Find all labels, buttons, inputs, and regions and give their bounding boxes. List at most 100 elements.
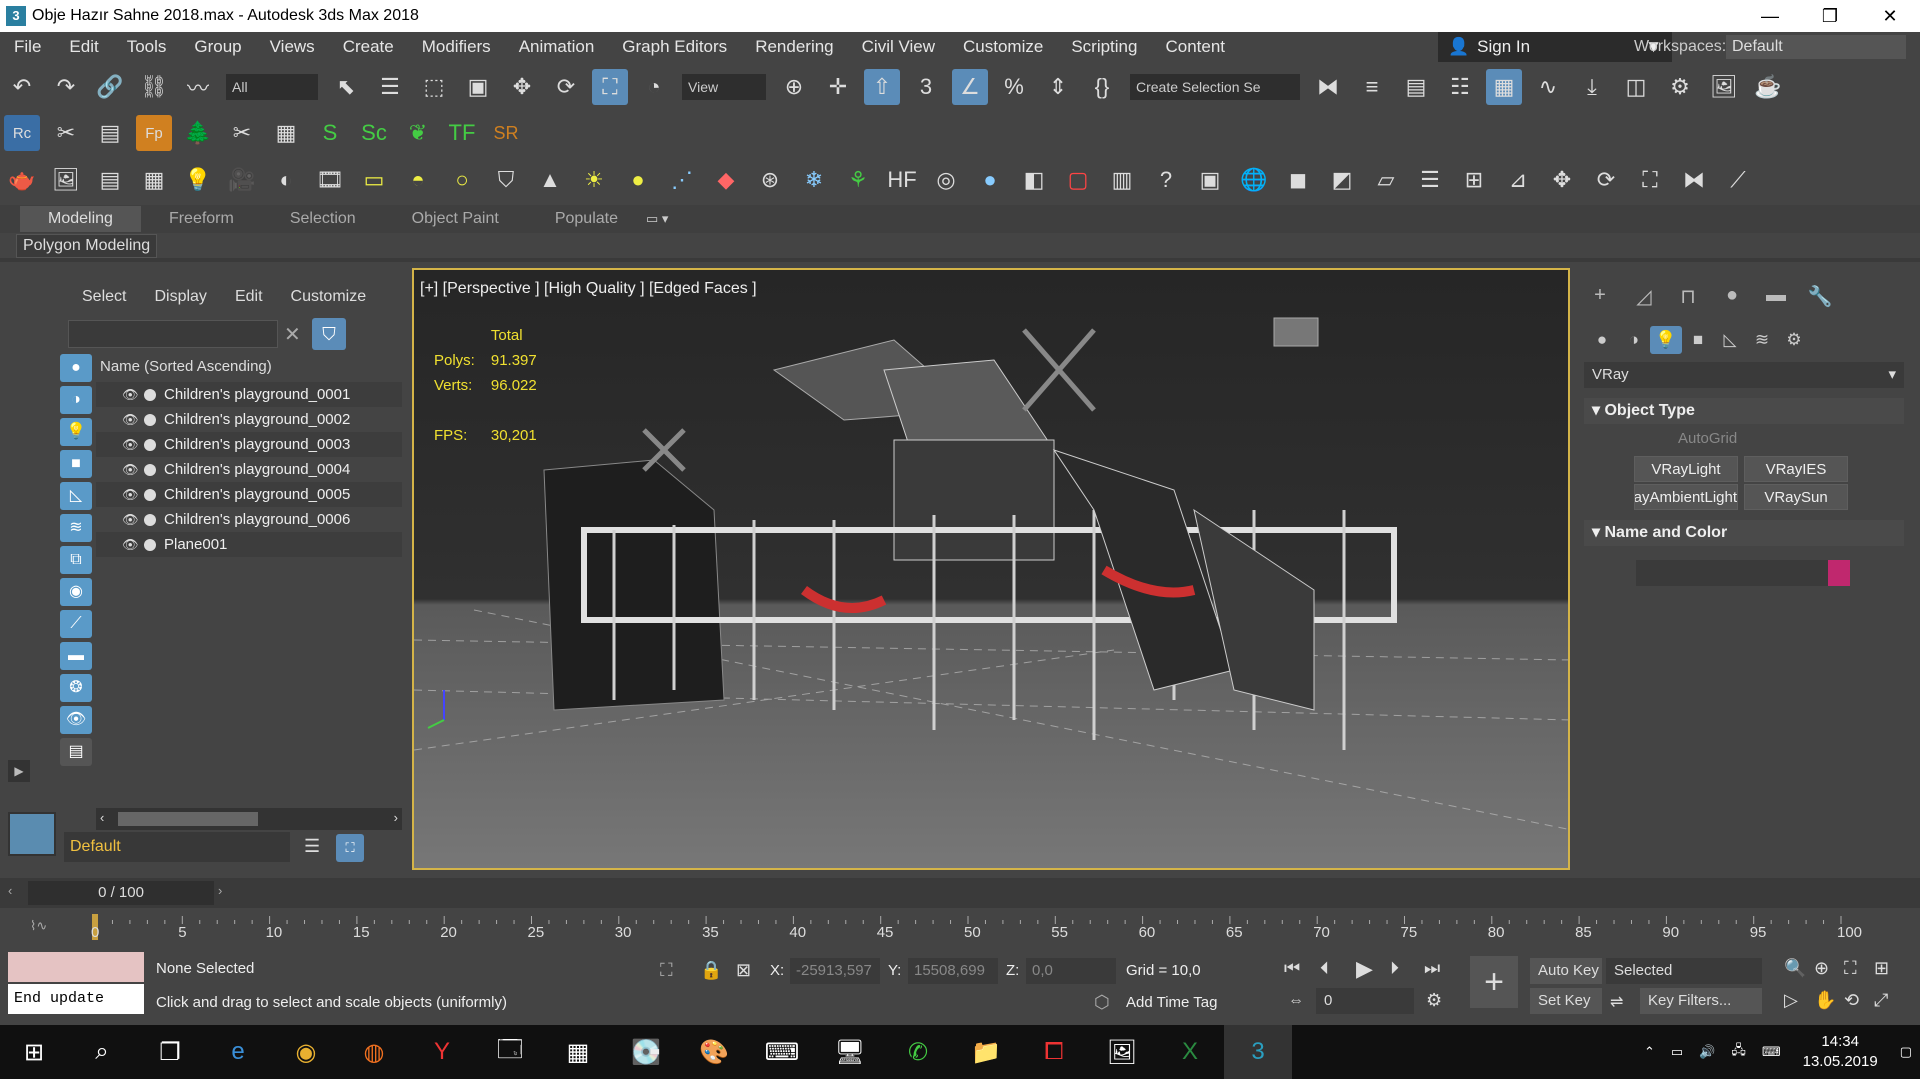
- leaf-icon[interactable]: ❦: [400, 115, 436, 151]
- minimize-button[interactable]: —: [1740, 0, 1800, 32]
- teapot-icon[interactable]: 🫖: [4, 162, 40, 198]
- s-plugin-icon[interactable]: S: [312, 115, 348, 151]
- display-xrefs-icon[interactable]: ◉: [60, 578, 92, 606]
- render-region-icon[interactable]: ▢: [1060, 162, 1096, 198]
- battery-icon[interactable]: ▭: [1671, 1044, 1683, 1060]
- yandex-icon[interactable]: Y: [408, 1025, 476, 1079]
- shapes-category-icon[interactable]: ◑: [1618, 326, 1650, 354]
- table-icon[interactable]: ▦: [268, 115, 304, 151]
- display-bones-icon[interactable]: ⟋: [60, 610, 92, 638]
- link-icon[interactable]: 🔗: [92, 69, 128, 105]
- fur-icon[interactable]: ⋰: [664, 162, 700, 198]
- mirror-icon[interactable]: ⧓: [1310, 69, 1346, 105]
- railclone-icon[interactable]: Rc: [4, 115, 40, 151]
- mesh-light-icon[interactable]: ⛉: [488, 162, 524, 198]
- next-key-icon[interactable]: ⏵: [1390, 958, 1399, 979]
- menu-civil-view[interactable]: Civil View: [848, 37, 949, 57]
- zoom-extents-icon[interactable]: ⛶: [1844, 958, 1857, 979]
- object-color-swatch[interactable]: [1828, 560, 1850, 586]
- close-button[interactable]: ✕: [1860, 0, 1920, 32]
- menu-graph-editors[interactable]: Graph Editors: [608, 37, 741, 57]
- list-item[interactable]: 👁 Children's playground_0004: [96, 457, 402, 482]
- eye-icon[interactable]: 👁: [122, 487, 140, 503]
- auto-key-button[interactable]: Auto Key: [1530, 958, 1602, 984]
- lights-category-icon[interactable]: 💡: [1650, 326, 1682, 354]
- forest-pack-icon[interactable]: Fp: [136, 115, 172, 151]
- list-icon[interactable]: ▤: [92, 115, 128, 151]
- clock[interactable]: 14:34 13.05.2019: [1803, 1032, 1878, 1072]
- firefox-icon[interactable]: ◍: [340, 1025, 408, 1079]
- menu-views[interactable]: Views: [256, 37, 329, 57]
- scene-explorer-icon[interactable]: ▤: [1398, 69, 1434, 105]
- keyboard-layout-icon[interactable]: ⌨: [1762, 1044, 1781, 1060]
- track-bar[interactable]: ⌇∿ 0 5 10 15 20 25 30 35 40 45 50 55 60 65 70 75 80 85 90 9…: [0, 910, 1920, 950]
- scale-tool-icon[interactable]: ⛶: [1632, 162, 1668, 198]
- globe-icon[interactable]: 🌐: [1236, 162, 1272, 198]
- mirror-tool-icon[interactable]: ⧓: [1676, 162, 1712, 198]
- vraylight-button[interactable]: VRayLight: [1634, 456, 1738, 482]
- spacewarps-category-icon[interactable]: ≋: [1746, 326, 1778, 354]
- maximize-viewport-icon[interactable]: ⤢: [1874, 990, 1888, 1011]
- prev-frame-icon[interactable]: ‹: [8, 883, 12, 898]
- explorer-menu-display[interactable]: Display: [154, 288, 206, 306]
- list-item[interactable]: 👁 Plane001: [96, 532, 402, 557]
- key-mode-icon[interactable]: ⇔: [1288, 992, 1304, 1010]
- explorer-menu-customize[interactable]: Customize: [291, 288, 367, 306]
- table-icon[interactable]: ▦: [136, 162, 172, 198]
- hair-icon[interactable]: HF: [884, 162, 920, 198]
- tab-selection[interactable]: Selection: [262, 210, 384, 228]
- whatsapp-icon[interactable]: ✆: [884, 1025, 952, 1079]
- tools-icon[interactable]: ✂: [48, 115, 84, 151]
- box-icon[interactable]: ◼: [1280, 162, 1316, 198]
- menu-modifiers[interactable]: Modifiers: [408, 37, 505, 57]
- eye-icon[interactable]: 👁: [122, 537, 140, 553]
- explorer-app-icon[interactable]: 🗔: [476, 1025, 544, 1079]
- object-name-input[interactable]: [1636, 560, 1836, 586]
- place-icon[interactable]: ◔: [636, 69, 672, 105]
- time-slider[interactable]: ‹ 0 / 100 ›: [0, 878, 1920, 908]
- clear-search-icon[interactable]: ✕: [284, 322, 301, 347]
- light-bulb-icon[interactable]: 💡: [180, 162, 216, 198]
- schematic-view-icon[interactable]: ⤓: [1574, 69, 1610, 105]
- acrobat-icon[interactable]: ⧠: [1020, 1025, 1088, 1079]
- display-helpers-icon[interactable]: ◺: [60, 482, 92, 510]
- display-spacewarps-icon[interactable]: ≋: [60, 514, 92, 542]
- menu-content[interactable]: Content: [1151, 37, 1239, 57]
- tab-modeling[interactable]: Modeling: [20, 206, 141, 232]
- renderer-select[interactable]: VRay ▾: [1584, 362, 1904, 388]
- display-particles-icon[interactable]: ❂: [60, 674, 92, 702]
- render-setup-icon[interactable]: ⚙: [1662, 69, 1698, 105]
- ribbon-toggle-icon[interactable]: ▦: [1486, 69, 1522, 105]
- slice-icon[interactable]: ⟋: [1720, 162, 1756, 198]
- select-by-name-icon[interactable]: ☰: [372, 69, 408, 105]
- next-frame-icon[interactable]: ›: [218, 883, 222, 898]
- folder-icon[interactable]: 📁: [952, 1025, 1020, 1079]
- key-filters-button[interactable]: Key Filters...: [1640, 988, 1762, 1014]
- ribbon-options-icon[interactable]: ▭ ▾: [646, 211, 668, 227]
- tab-object-paint[interactable]: Object Paint: [384, 210, 527, 228]
- zoom-all-icon[interactable]: ⊕: [1814, 958, 1829, 979]
- display-cameras-icon[interactable]: ■: [60, 450, 92, 478]
- remote-icon[interactable]: 🖥: [816, 1025, 884, 1079]
- key-tangent-icon[interactable]: ⇌: [1610, 992, 1623, 1012]
- unlink-icon[interactable]: ⛓: [136, 69, 172, 105]
- rotate-tool-icon[interactable]: ⟳: [1588, 162, 1624, 198]
- horizontal-scrollbar[interactable]: ‹ ›: [96, 808, 402, 830]
- menu-file[interactable]: File: [0, 37, 55, 57]
- menu-rendering[interactable]: Rendering: [741, 37, 847, 57]
- set-key-button[interactable]: Set Key: [1530, 988, 1602, 1014]
- vrayambientlight-button[interactable]: VRayAmbientLight: [1634, 484, 1738, 510]
- list-item[interactable]: 👁 Children's playground_0005: [96, 482, 402, 507]
- curve-editor-mini-icon[interactable]: ⌇∿: [30, 918, 47, 934]
- x-coordinate-input[interactable]: -25913,597: [790, 958, 880, 984]
- perspective-viewport[interactable]: [+] [Perspective ] [High Quality ] [Edge…: [412, 268, 1570, 870]
- tf-plugin-icon[interactable]: TF: [444, 115, 480, 151]
- display-hidden-icon[interactable]: 👁: [60, 706, 92, 734]
- sr-plugin-icon[interactable]: SR: [488, 115, 524, 151]
- explorer-menu-edit[interactable]: Edit: [235, 288, 263, 306]
- list-item[interactable]: 👁 Children's playground_0002: [96, 407, 402, 432]
- geometry-category-icon[interactable]: ●: [1586, 326, 1618, 354]
- stack-icon[interactable]: ☰: [1412, 162, 1448, 198]
- explorer-menu-select[interactable]: Select: [82, 288, 126, 306]
- percent-snap-icon[interactable]: %: [996, 69, 1032, 105]
